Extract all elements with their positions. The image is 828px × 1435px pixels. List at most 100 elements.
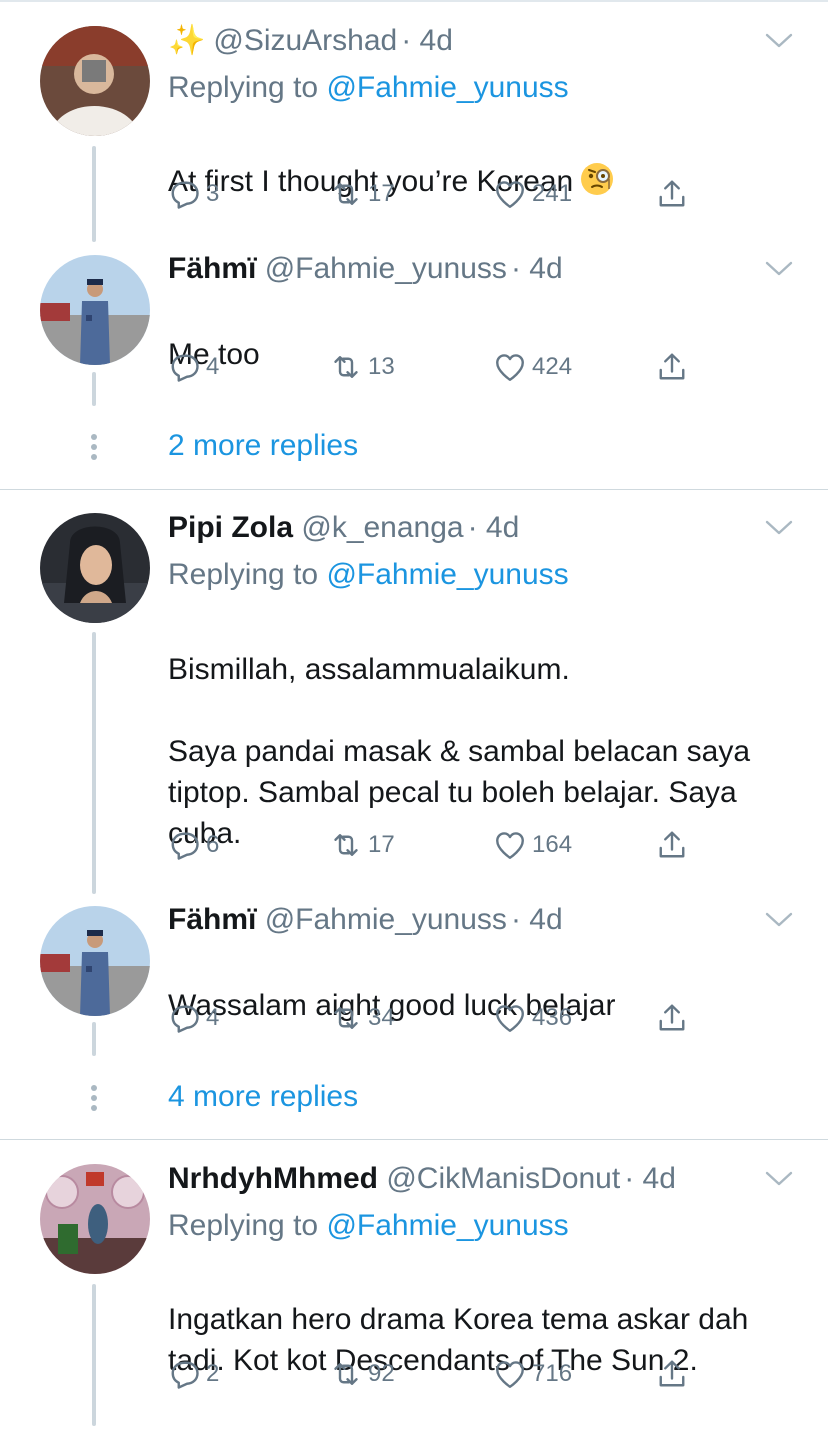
reply-button[interactable]: 4	[166, 347, 219, 387]
chevron-down-icon[interactable]	[764, 518, 794, 538]
share-button[interactable]	[654, 825, 690, 865]
tweet-actions: 3 17 241	[166, 174, 706, 214]
reply-icon	[166, 827, 202, 863]
tweet-actions: 4 13 424	[166, 347, 706, 387]
like-count: 164	[532, 831, 573, 858]
reply-icon	[166, 176, 202, 212]
retweet-icon	[328, 1000, 364, 1036]
reply-count: 2	[206, 1360, 220, 1387]
share-button[interactable]	[654, 347, 690, 387]
like-count: 424	[532, 353, 573, 380]
avatar[interactable]	[40, 255, 150, 365]
more-replies-link[interactable]: 2 more replies	[168, 428, 358, 464]
avatar[interactable]	[40, 1164, 150, 1274]
retweet-button[interactable]: 17	[328, 825, 395, 865]
thread-line	[92, 1022, 96, 1056]
share-button[interactable]	[654, 998, 690, 1038]
reply-button[interactable]: 6	[166, 825, 219, 865]
like-icon	[492, 1356, 528, 1392]
like-icon	[492, 827, 528, 863]
like-button[interactable]: 424	[492, 347, 572, 387]
display-name[interactable]: NrhdyhMhmed	[168, 1162, 378, 1195]
replying-to: Replying to @Fahmie_yunuss	[168, 70, 569, 106]
reply-count: 4	[206, 353, 220, 380]
share-button[interactable]	[654, 174, 690, 214]
tweet-time[interactable]: · 4d	[624, 1162, 676, 1195]
retweet-button[interactable]: 34	[328, 998, 395, 1038]
share-button[interactable]	[654, 1354, 690, 1394]
chevron-down-icon[interactable]	[764, 259, 794, 279]
retweet-count: 34	[368, 1004, 395, 1031]
reply-count: 4	[206, 1004, 220, 1031]
share-icon	[654, 176, 690, 212]
more-replies-link[interactable]: 4 more replies	[168, 1079, 358, 1115]
reply-button[interactable]: 3	[166, 174, 219, 214]
chevron-down-icon[interactable]	[764, 31, 794, 51]
replying-to-label: Replying to	[168, 1209, 319, 1242]
chevron-down-icon[interactable]	[764, 1169, 794, 1189]
retweet-button[interactable]: 17	[328, 174, 395, 214]
user-handle[interactable]: @Fahmie_yunuss	[265, 903, 507, 936]
avatar[interactable]	[40, 906, 150, 1016]
section-divider	[0, 1139, 828, 1140]
replying-to-label: Replying to	[168, 558, 319, 591]
user-handle[interactable]: @k_enanga	[301, 511, 463, 544]
like-button[interactable]: 164	[492, 825, 572, 865]
display-name[interactable]: Fähmï	[168, 903, 256, 936]
user-handle[interactable]: @CikManisDonut	[386, 1162, 620, 1195]
tweet-time[interactable]: · 4d	[511, 903, 563, 936]
retweet-count: 13	[368, 353, 395, 380]
retweet-count: 92	[368, 1360, 395, 1387]
replying-to-handle[interactable]: @Fahmie_yunuss	[326, 1209, 568, 1242]
like-button[interactable]: 716	[492, 1354, 572, 1394]
thread-line	[92, 1284, 96, 1426]
tweet-text: Bismillah, assalammualaikum. Saya pandai…	[168, 608, 798, 854]
replying-to-label: Replying to	[168, 71, 319, 104]
like-button[interactable]: 241	[492, 174, 572, 214]
like-icon	[492, 176, 528, 212]
share-icon	[654, 1356, 690, 1392]
tweet-actions: 4 34 436	[166, 998, 706, 1038]
reply-button[interactable]: 4	[166, 998, 219, 1038]
tweet-header: ✨ @SizuArshad · 4d	[168, 23, 453, 59]
tweet-text-content: Bismillah, assalammualaikum. Saya pandai…	[168, 653, 751, 850]
reply-count: 6	[206, 831, 220, 858]
retweet-count: 17	[368, 831, 395, 858]
user-handle[interactable]: @Fahmie_yunuss	[265, 252, 507, 285]
thread-line	[92, 146, 96, 242]
tweet-header: Fähmï @Fahmie_yunuss · 4d	[168, 902, 563, 938]
reply-icon	[166, 1356, 202, 1392]
like-icon	[492, 349, 528, 385]
retweet-button[interactable]: 13	[328, 347, 395, 387]
section-divider	[0, 489, 828, 490]
replying-to: Replying to @Fahmie_yunuss	[168, 557, 569, 593]
more-replies-dots	[90, 434, 98, 464]
user-handle[interactable]: @SizuArshad	[213, 24, 397, 57]
display-name[interactable]: Fähmï	[168, 252, 256, 285]
like-button[interactable]: 436	[492, 998, 572, 1038]
avatar[interactable]	[40, 26, 150, 136]
sparkles-icon: ✨	[168, 24, 206, 57]
avatar[interactable]	[40, 513, 150, 623]
display-name[interactable]: Pipi Zola	[168, 511, 293, 544]
tweet-actions: 6 17 164	[166, 825, 706, 865]
tweet-time[interactable]: · 4d	[401, 24, 453, 57]
retweet-button[interactable]: 92	[328, 1354, 395, 1394]
retweet-icon	[328, 176, 364, 212]
reply-button[interactable]: 2	[166, 1354, 219, 1394]
like-count: 241	[532, 180, 573, 207]
like-count: 716	[532, 1360, 573, 1387]
tweet-time[interactable]: · 4d	[511, 252, 563, 285]
tweet-header: Pipi Zola @k_enanga · 4d	[168, 510, 519, 546]
tweet-time[interactable]: · 4d	[468, 511, 520, 544]
retweet-count: 17	[368, 180, 395, 207]
chevron-down-icon[interactable]	[764, 910, 794, 930]
thread-line	[92, 372, 96, 406]
more-replies-dots	[90, 1085, 98, 1115]
reply-icon	[166, 349, 202, 385]
share-icon	[654, 827, 690, 863]
tweet-header: Fähmï @Fahmie_yunuss · 4d	[168, 251, 563, 287]
replying-to-handle[interactable]: @Fahmie_yunuss	[326, 558, 568, 591]
replying-to-handle[interactable]: @Fahmie_yunuss	[326, 71, 568, 104]
share-icon	[654, 1000, 690, 1036]
